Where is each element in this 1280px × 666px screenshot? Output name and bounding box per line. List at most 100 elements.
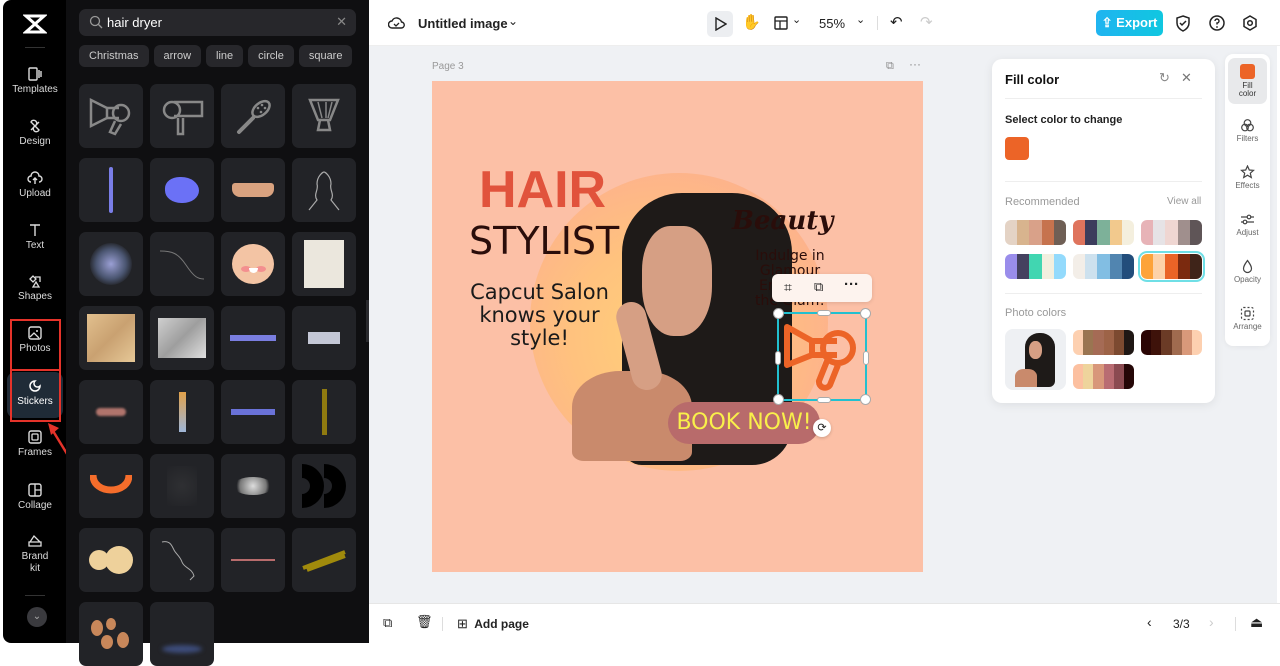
rail-arrange[interactable]: Arrange: [1228, 306, 1267, 352]
chip-christmas[interactable]: Christmas: [79, 45, 149, 67]
sticker-item[interactable]: [292, 232, 356, 296]
delete-page-icon[interactable]: 🗑: [416, 614, 433, 630]
sticker-item[interactable]: [221, 232, 285, 296]
resize-handle[interactable]: [775, 351, 781, 365]
chip-circle[interactable]: circle: [248, 45, 294, 67]
sticker-item[interactable]: [221, 84, 285, 148]
rail-opacity[interactable]: Opacity: [1228, 259, 1267, 305]
sticker-item[interactable]: [221, 306, 285, 370]
rail-item-brand-kit[interactable]: Brand kit: [7, 533, 63, 581]
cloud-saved-icon[interactable]: [388, 15, 405, 30]
sticker-item[interactable]: [150, 84, 214, 148]
sticker-item[interactable]: [292, 306, 356, 370]
color-palette[interactable]: [1073, 254, 1134, 279]
sticker-item[interactable]: [79, 306, 143, 370]
color-palette[interactable]: [1141, 330, 1202, 355]
sticker-item[interactable]: [79, 454, 143, 518]
headline-stylist[interactable]: STYLIST: [469, 221, 619, 261]
zoom-chevron-icon[interactable]: ⌄: [856, 13, 865, 26]
rail-item-templates[interactable]: Templates: [7, 66, 63, 114]
current-color-swatch[interactable]: [1005, 137, 1029, 160]
expand-rail-button[interactable]: ⌄: [27, 607, 47, 627]
layout-icon[interactable]: [774, 16, 788, 30]
sticker-item[interactable]: [292, 528, 356, 592]
pages-panel-icon[interactable]: ⏏: [1250, 614, 1263, 631]
capcut-logo-icon[interactable]: [23, 12, 47, 36]
duplicate-icon[interactable]: ⧉: [814, 279, 823, 295]
sticker-item[interactable]: [292, 158, 356, 222]
rail-item-upload[interactable]: Upload: [7, 170, 63, 218]
sticker-item[interactable]: [150, 528, 214, 592]
tagline[interactable]: Capcut Salon knows your style!: [462, 281, 617, 350]
help-icon[interactable]: [1209, 15, 1225, 31]
rail-item-design[interactable]: Design: [7, 118, 63, 166]
rail-item-text[interactable]: Text: [7, 222, 63, 270]
design-page[interactable]: HAIR STYLIST Capcut Salon knows your sty…: [432, 81, 923, 572]
rail-adjust[interactable]: Adjust: [1228, 212, 1267, 258]
clear-search-icon[interactable]: ✕: [336, 14, 347, 30]
resize-handle[interactable]: [863, 351, 869, 365]
hand-tool-icon[interactable]: ✋: [742, 13, 761, 31]
prev-page-icon[interactable]: ‹: [1147, 614, 1152, 630]
photo-thumbnail[interactable]: [1005, 329, 1066, 390]
sticker-item[interactable]: [150, 602, 214, 666]
crop-icon[interactable]: ⌗: [784, 279, 792, 296]
layout-chevron-icon[interactable]: ⌄: [792, 13, 801, 26]
resize-handle[interactable]: [773, 394, 784, 405]
sticker-item[interactable]: [79, 380, 143, 444]
undo-icon[interactable]: ↶: [890, 13, 903, 31]
duplicate-page-icon[interactable]: ⧉: [383, 615, 392, 631]
sticker-item[interactable]: [292, 84, 356, 148]
sticker-item[interactable]: [292, 454, 356, 518]
add-page-button[interactable]: ⊞ Add page: [457, 616, 529, 632]
color-palette[interactable]: [1073, 330, 1134, 355]
sticker-item[interactable]: [221, 454, 285, 518]
book-now-button[interactable]: BOOK NOW!: [668, 402, 820, 444]
search-input[interactable]: hair dryer ✕: [79, 9, 356, 36]
color-palette[interactable]: [1138, 251, 1205, 282]
sticker-item[interactable]: [79, 84, 143, 148]
sticker-item[interactable]: [150, 454, 214, 518]
redo-icon[interactable]: ↷: [920, 13, 933, 31]
sticker-item[interactable]: [292, 380, 356, 444]
close-icon[interactable]: ✕: [1181, 70, 1192, 86]
resize-handle[interactable]: [817, 397, 831, 403]
headline-hair[interactable]: HAIR: [479, 164, 606, 216]
sticker-item[interactable]: [150, 232, 214, 296]
rail-item-collage[interactable]: Collage: [7, 482, 63, 530]
sticker-item[interactable]: [150, 380, 214, 444]
sticker-item[interactable]: [221, 528, 285, 592]
rail-filters[interactable]: Filters: [1228, 118, 1267, 164]
select-tool-button[interactable]: [707, 11, 733, 37]
resize-handle[interactable]: [860, 394, 871, 405]
search-value[interactable]: hair dryer: [107, 15, 162, 30]
color-palette[interactable]: [1005, 220, 1066, 245]
duplicate-page-icon[interactable]: ⧉: [886, 60, 894, 73]
sticker-item[interactable]: [221, 158, 285, 222]
title-chevron-down-icon[interactable]: ⌄: [508, 14, 518, 28]
sticker-item[interactable]: [79, 528, 143, 592]
more-options-icon[interactable]: ···: [844, 276, 859, 293]
sticker-item[interactable]: [79, 232, 143, 296]
chip-square[interactable]: square: [298, 45, 353, 67]
color-palette[interactable]: [1073, 364, 1134, 389]
color-palette[interactable]: [1005, 254, 1066, 279]
next-page-icon[interactable]: ›: [1209, 614, 1214, 630]
resize-handle[interactable]: [817, 310, 831, 316]
color-palette[interactable]: [1073, 220, 1134, 245]
sticker-item[interactable]: [150, 306, 214, 370]
rail-effects[interactable]: Effects: [1228, 165, 1267, 211]
rail-fill-color[interactable]: Fill color: [1228, 58, 1267, 104]
sticker-item[interactable]: [79, 158, 143, 222]
document-title[interactable]: Untitled image: [418, 16, 508, 31]
rail-item-shapes[interactable]: Shapes: [7, 273, 63, 321]
selected-sticker[interactable]: [773, 308, 871, 405]
zoom-level[interactable]: 55%: [819, 16, 845, 31]
sticker-item[interactable]: [150, 158, 214, 222]
view-all-link[interactable]: View all: [1167, 196, 1201, 207]
resize-handle[interactable]: [860, 308, 871, 319]
sticker-item[interactable]: [221, 380, 285, 444]
rotate-handle-icon[interactable]: ⟳: [813, 419, 831, 437]
chip-arrow[interactable]: arrow: [153, 45, 202, 67]
color-palette[interactable]: [1141, 220, 1202, 245]
